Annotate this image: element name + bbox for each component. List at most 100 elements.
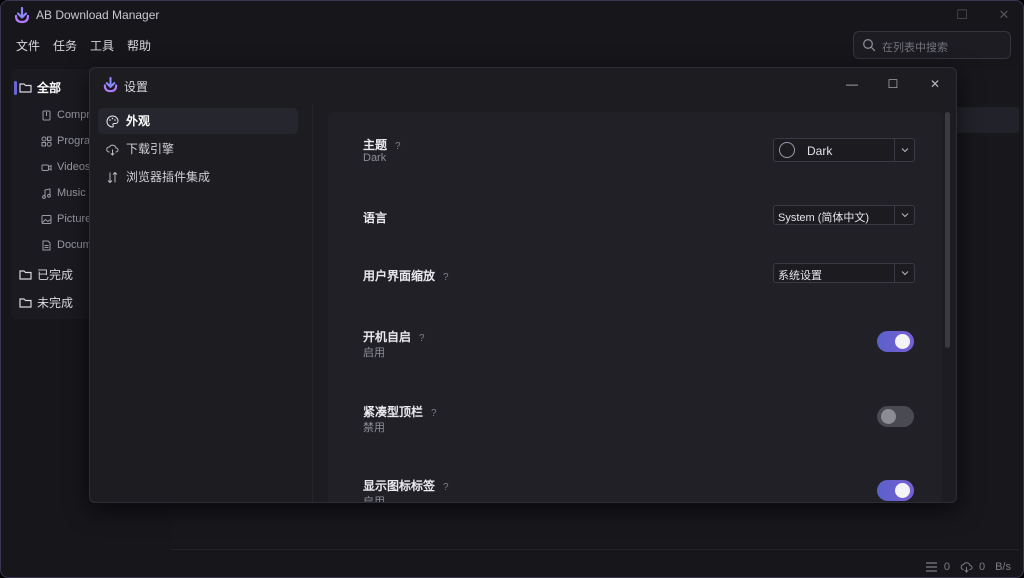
setting-label: 紧凑型顶栏? xyxy=(363,405,437,419)
icon-labels-toggle[interactable] xyxy=(877,480,914,501)
nav-appearance[interactable]: 外观 xyxy=(98,108,298,134)
subcategory-compressed[interactable]: Compr xyxy=(41,106,90,124)
compact-topbar-toggle[interactable] xyxy=(877,406,914,427)
search-placeholder: 在列表中搜索 xyxy=(882,42,948,54)
video-icon xyxy=(41,164,52,171)
nav-download-engine[interactable]: 下载引擎 xyxy=(98,136,298,162)
status-bar: 0 0 B/s xyxy=(925,559,1011,575)
help-icon[interactable]: ? xyxy=(431,408,437,419)
subcategory-label: Docum xyxy=(57,239,92,251)
nav-browser-integration[interactable]: 浏览器插件集成 xyxy=(98,164,298,190)
minimize-button[interactable]: — xyxy=(840,74,864,94)
nav-label: 下载引擎 xyxy=(126,142,175,156)
chevron-down-icon xyxy=(901,148,909,153)
settings-dialog: 设置 — ☐ ✕ 外观 下载引擎 浏览器插件集成 主题? Dark Dark 语… xyxy=(89,67,957,503)
music-icon xyxy=(42,187,51,199)
category-all[interactable]: 全部 xyxy=(19,76,61,98)
theme-select[interactable]: Dark xyxy=(773,138,915,162)
subcategory-programs[interactable]: Progra xyxy=(41,132,90,150)
help-icon[interactable]: ? xyxy=(395,141,401,152)
chevron-down-icon xyxy=(901,213,909,218)
divider xyxy=(171,549,1019,550)
setting-label: 语言 xyxy=(363,211,388,225)
subcategory-label: Compr xyxy=(57,109,91,121)
toggle-knob xyxy=(895,483,910,498)
menu-help[interactable]: 帮助 xyxy=(122,37,156,55)
subcategory-label: Music xyxy=(57,187,86,199)
download-speed: 0 xyxy=(978,561,986,573)
setting-label: 用户界面缩放? xyxy=(363,269,449,283)
menu-tasks[interactable]: 任务 xyxy=(48,37,82,55)
close-button[interactable]: ✕ xyxy=(923,74,947,94)
setting-label: 开机自启? xyxy=(363,330,425,344)
setting-description: 启用 xyxy=(363,347,385,359)
search-input[interactable]: 在列表中搜索 xyxy=(853,31,1011,59)
category-completed[interactable]: 已完成 xyxy=(19,263,73,285)
subcategory-label: Picture xyxy=(57,213,92,225)
menu-bar: 文件 任务 工具 帮助 xyxy=(11,37,159,55)
maximize-button[interactable]: ☐ xyxy=(949,5,975,25)
close-button[interactable]: ✕ xyxy=(991,5,1017,25)
active-indicator xyxy=(14,81,17,95)
menu-tools[interactable]: 工具 xyxy=(85,37,119,55)
ui-scale-select[interactable]: 系统设置 xyxy=(773,263,915,283)
swap-icon xyxy=(107,171,118,184)
setting-label: 主题? xyxy=(363,138,401,152)
select-value: Dark xyxy=(807,144,833,158)
setting-description: Dark xyxy=(363,152,387,164)
app-logo-icon xyxy=(103,76,118,93)
autostart-toggle[interactable] xyxy=(877,331,914,352)
palette-icon xyxy=(106,115,119,128)
theme-preview-icon xyxy=(779,142,795,158)
subcategory-label: Videos xyxy=(57,161,91,173)
setting-description: 禁用 xyxy=(363,422,385,434)
folder-icon xyxy=(19,82,32,93)
language-select[interactable]: System (简体中文) xyxy=(773,205,915,225)
chevron-down-icon xyxy=(901,271,909,276)
setting-label: 显示图标标签? xyxy=(363,479,449,493)
app-logo-icon xyxy=(14,6,30,24)
category-label: 未完成 xyxy=(37,295,74,310)
subcategory-videos[interactable]: Videos xyxy=(41,158,90,176)
help-icon[interactable]: ? xyxy=(443,482,449,493)
toggle-knob xyxy=(895,334,910,349)
nav-label: 浏览器插件集成 xyxy=(126,170,211,184)
menu-file[interactable]: 文件 xyxy=(11,37,45,55)
scrollbar[interactable] xyxy=(945,112,950,348)
toggle-knob xyxy=(881,409,896,424)
select-value: System (简体中文) xyxy=(778,212,870,224)
help-icon[interactable]: ? xyxy=(443,272,449,283)
app-title: AB Download Manager xyxy=(36,8,160,22)
cloud-download-icon xyxy=(960,562,973,573)
document-icon xyxy=(42,240,51,250)
cloud-download-icon xyxy=(106,144,119,156)
list-header-row xyxy=(953,107,1019,133)
subcategory-label: Progra xyxy=(57,135,91,147)
settings-panel: 主题? Dark Dark 语言 System (简体中文) 用户界面缩放? 系… xyxy=(328,112,942,503)
title-bar: AB Download Manager ☐ ✕ xyxy=(1,1,1023,29)
category-label: 全部 xyxy=(37,80,62,95)
queue-list-icon xyxy=(925,562,937,572)
apps-icon xyxy=(41,136,52,147)
app-window: AB Download Manager ☐ ✕ 文件 任务 工具 帮助 在列表中… xyxy=(0,0,1024,578)
search-icon xyxy=(863,39,876,52)
select-value: 系统设置 xyxy=(778,270,822,282)
subcategory-documents[interactable]: Docum xyxy=(41,236,92,254)
speed-unit: B/s xyxy=(995,561,1011,573)
setting-description: 启用 xyxy=(363,496,385,503)
archive-icon xyxy=(42,110,51,120)
category-label: 已完成 xyxy=(37,267,74,282)
image-icon xyxy=(41,214,52,224)
folder-icon xyxy=(19,297,32,308)
dialog-title: 设置 xyxy=(124,80,149,94)
maximize-button[interactable]: ☐ xyxy=(881,74,905,94)
subcategory-music[interactable]: Music xyxy=(41,184,86,202)
category-unfinished[interactable]: 未完成 xyxy=(19,291,73,313)
nav-label: 外观 xyxy=(126,114,151,128)
settings-nav: 外观 下载引擎 浏览器插件集成 xyxy=(98,108,298,192)
subcategory-pictures[interactable]: Picture xyxy=(41,210,91,228)
help-icon[interactable]: ? xyxy=(419,333,425,344)
queue-count: 0 xyxy=(943,561,950,573)
folder-icon xyxy=(19,269,32,280)
divider xyxy=(312,104,313,502)
